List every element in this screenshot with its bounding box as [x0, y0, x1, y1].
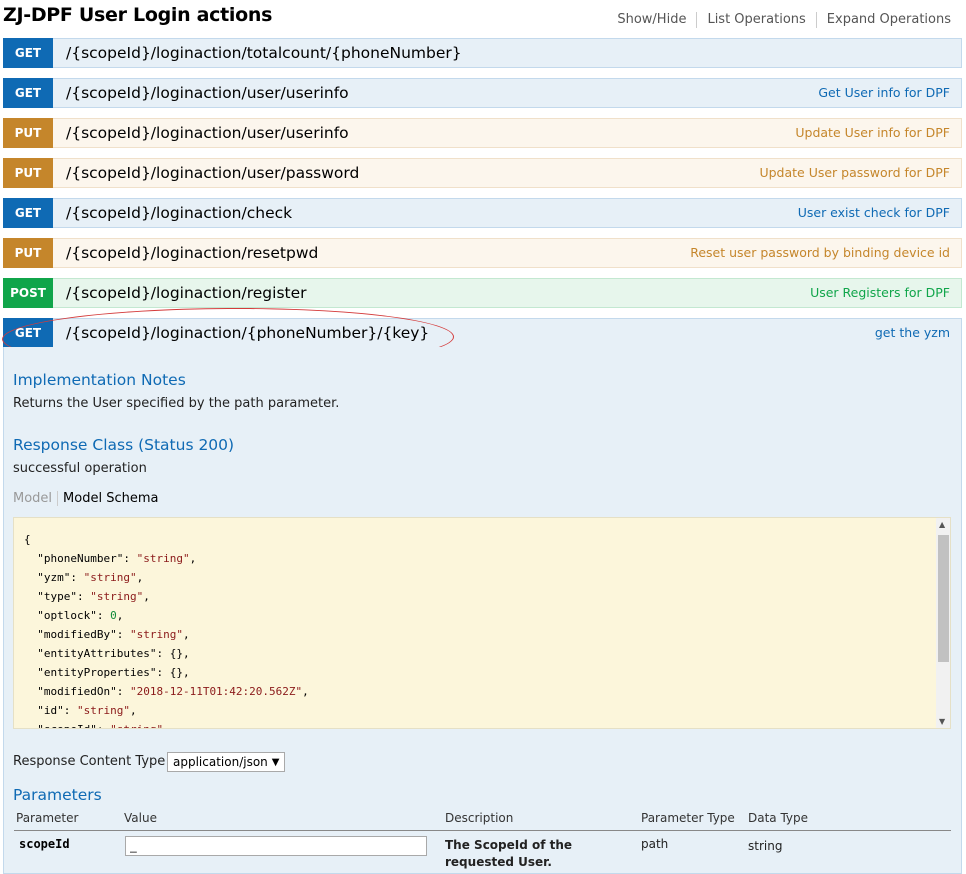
schema-line: "scopeId": "string", [24, 723, 169, 728]
param-type: path [641, 837, 669, 851]
schema-line: "yzm": "string", [24, 571, 144, 584]
operation-row[interactable]: PUT /{scopeId}/loginaction/user/password… [3, 158, 962, 188]
chevron-down-icon: ▼ [271, 756, 280, 768]
operations-list: GET /{scopeId}/loginaction/totalcount/{p… [3, 38, 962, 358]
method-badge[interactable]: PUT [3, 158, 53, 188]
operation-row[interactable]: PUT /{scopeId}/loginaction/resetpwd Rese… [3, 238, 962, 268]
method-badge[interactable]: GET [3, 38, 53, 68]
show-hide-link[interactable]: Show/Hide [607, 12, 696, 28]
schema-value: 0 [110, 609, 117, 622]
response-content-type-select[interactable]: application/json ▼ [167, 752, 286, 772]
schema-key: "phoneNumber": [24, 552, 137, 565]
schema-key: "type": [24, 590, 91, 603]
schema-line: "type": "string", [24, 590, 150, 603]
schema-line: { [24, 533, 31, 546]
schema-value: "string" [90, 590, 144, 603]
schema-key: "entityProperties": [24, 666, 170, 679]
operation-path[interactable]: /{scopeId}/loginaction/user/password [66, 164, 359, 182]
list-operations-link[interactable]: List Operations [696, 12, 815, 28]
scroll-down-icon[interactable]: ▼ [939, 717, 945, 726]
col-data-type: Data Type [748, 811, 809, 825]
operation-path[interactable]: /{scopeId}/loginaction/totalcount/{phone… [66, 44, 462, 62]
response-class-heading: Response Class (Status 200) [13, 436, 235, 454]
schema-key: "modifiedBy": [24, 628, 130, 641]
table-row: scopeId The ScopeId of the requested Use… [14, 831, 951, 874]
schema-value: {} [169, 666, 183, 679]
operation-summary[interactable]: Update User info for DPF [795, 125, 950, 140]
schema-key: "yzm": [24, 571, 84, 584]
operation-path[interactable]: /{scopeId}/loginaction/{phoneNumber}/{ke… [66, 324, 429, 342]
schema-line: "modifiedBy": "string", [24, 628, 190, 641]
col-parameter-type: Parameter Type [641, 811, 735, 825]
implementation-notes-text: Returns the User specified by the path p… [13, 396, 340, 411]
operation-path[interactable]: /{scopeId}/loginaction/check [66, 204, 292, 222]
model-schema-tab[interactable]: Model Schema [58, 491, 158, 506]
schema-value: "string" [76, 704, 130, 717]
schema-key: "modifiedOn": [24, 685, 130, 698]
implementation-notes-heading: Implementation Notes [13, 371, 186, 389]
method-badge[interactable]: PUT [3, 238, 53, 268]
schema-key: "id": [24, 704, 77, 717]
operation-path[interactable]: /{scopeId}/loginaction/user/userinfo [66, 84, 349, 102]
scopeid-input[interactable] [125, 836, 427, 856]
col-description: Description [445, 811, 514, 825]
operation-summary[interactable]: Update User password for DPF [759, 165, 950, 180]
operation-summary[interactable]: Get User info for DPF [818, 85, 950, 100]
expand-operations-link[interactable]: Expand Operations [815, 12, 951, 28]
scroll-up-icon[interactable]: ▲ [939, 520, 945, 529]
model-schema-box[interactable]: { "phoneNumber": "string", "yzm": "strin… [13, 517, 951, 729]
operation-path[interactable]: /{scopeId}/loginaction/user/userinfo [66, 124, 349, 142]
response-class-text: successful operation [13, 461, 147, 476]
schema-value: "string" [83, 571, 137, 584]
schema-line: "id": "string", [24, 704, 137, 717]
resource-actions: Show/Hide List Operations Expand Operati… [607, 12, 951, 28]
param-name: scopeId [19, 837, 70, 851]
schema-value: "string" [110, 723, 163, 728]
resource-title[interactable]: ZJ-DPF User Login actions [3, 4, 272, 26]
schema-value: "2018-12-11T01:42:20.562Z" [129, 685, 303, 698]
operation-row[interactable]: POST /{scopeId}/loginaction/register Use… [3, 278, 962, 308]
schema-scrollbar[interactable]: ▲ ▼ [936, 518, 950, 728]
method-badge[interactable]: GET [3, 198, 53, 228]
col-parameter: Parameter [16, 811, 79, 825]
schema-line: "phoneNumber": "string", [24, 552, 197, 565]
model-tab[interactable]: Model [13, 491, 59, 506]
schema-line: "optlock": 0, [24, 609, 124, 622]
operation-row[interactable]: GET /{scopeId}/loginaction/user/userinfo… [3, 78, 962, 108]
method-badge[interactable]: PUT [3, 118, 53, 148]
response-content-type-value: application/json [173, 755, 268, 769]
operation-summary[interactable]: User exist check for DPF [798, 205, 950, 220]
parameters-heading: Parameters [13, 786, 102, 804]
scrollbar-thumb[interactable] [938, 535, 949, 662]
operation-row[interactable]: GET /{scopeId}/loginaction/totalcount/{p… [3, 38, 962, 68]
model-tabs: Model Model Schema [13, 491, 158, 506]
schema-value: "string" [136, 552, 190, 565]
schema-line: "entityAttributes": {}, [24, 647, 190, 660]
col-value: Value [124, 811, 157, 825]
schema-value: "string" [129, 628, 183, 641]
schema-key: "scopeId": [24, 723, 110, 728]
schema-key: "entityAttributes": [24, 647, 170, 660]
schema-line: "modifiedOn": "2018-12-11T01:42:20.562Z"… [24, 685, 309, 698]
operation-summary[interactable]: get the yzm [875, 325, 950, 340]
param-description: The ScopeId of the requested User. [445, 838, 573, 869]
method-badge[interactable]: GET [3, 78, 53, 108]
schema-line: "entityProperties": {}, [24, 666, 190, 679]
operation-row-expanded[interactable]: GET /{scopeId}/loginaction/{phoneNumber}… [3, 318, 962, 348]
operation-path[interactable]: /{scopeId}/loginaction/register [66, 284, 307, 302]
response-content-type-label: Response Content Type [13, 754, 166, 769]
schema-key: "optlock": [24, 609, 111, 622]
operation-row[interactable]: PUT /{scopeId}/loginaction/user/userinfo… [3, 118, 962, 148]
operation-row[interactable]: GET /{scopeId}/loginaction/check User ex… [3, 198, 962, 228]
operation-details: Implementation Notes Returns the User sp… [3, 347, 962, 874]
model-schema-code: { "phoneNumber": "string", "yzm": "strin… [24, 530, 309, 728]
parameters-table-header: Parameter Value Description Parameter Ty… [14, 809, 951, 831]
schema-value: {} [169, 647, 183, 660]
operation-summary[interactable]: Reset user password by binding device id [690, 245, 950, 260]
method-badge[interactable]: GET [3, 318, 53, 348]
operation-summary[interactable]: User Registers for DPF [810, 285, 950, 300]
param-data-type: string [748, 839, 783, 853]
operation-path[interactable]: /{scopeId}/loginaction/resetpwd [66, 244, 318, 262]
method-badge[interactable]: POST [3, 278, 53, 308]
